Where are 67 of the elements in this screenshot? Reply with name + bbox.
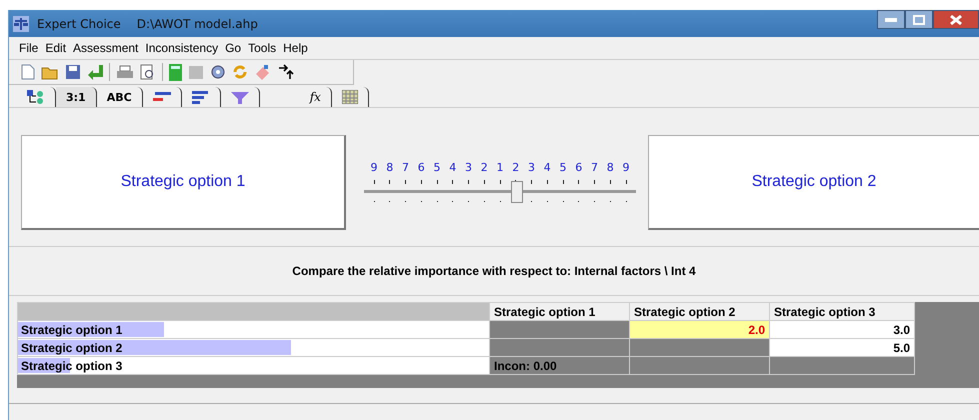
- scales-icon: [13, 16, 29, 32]
- matrix-cell[interactable]: 2.0: [630, 320, 770, 338]
- menu-item[interactable]: Go: [225, 41, 242, 55]
- slider-thumb[interactable]: [511, 180, 523, 202]
- funnel-icon: [230, 90, 249, 104]
- scale-number: 4: [448, 160, 458, 174]
- scale-number: 5: [558, 160, 568, 174]
- close-button[interactable]: [933, 10, 979, 29]
- menu-item[interactable]: Help: [283, 41, 308, 55]
- scale-number: 2: [511, 160, 520, 174]
- save-icon[interactable]: [65, 64, 81, 80]
- maximize-button[interactable]: [905, 10, 933, 29]
- scale-number: 4: [542, 160, 552, 174]
- printer-icon[interactable]: [116, 64, 134, 80]
- scale-number: 5: [432, 160, 442, 174]
- menu-item[interactable]: Edit: [45, 41, 66, 55]
- view-tab[interactable]: 3:1: [56, 87, 97, 107]
- scale-number: 3: [464, 160, 473, 174]
- right-option-panel[interactable]: Strategic option 2: [648, 134, 979, 230]
- row-label[interactable]: Strategic option 2: [18, 338, 490, 356]
- open-folder-icon[interactable]: [41, 64, 59, 80]
- scale-number: 2: [480, 160, 489, 174]
- row-label[interactable]: Strategic option 3: [18, 356, 490, 374]
- scale-number: 6: [416, 160, 426, 174]
- file-path: D:\AWOT model.ahp: [136, 16, 258, 30]
- minimize-icon: [885, 18, 897, 22]
- menu-item[interactable]: Inconsistency: [145, 41, 218, 55]
- calculator-icon[interactable]: [169, 64, 182, 80]
- matrix-cell[interactable]: 3.0: [770, 320, 914, 338]
- maximize-icon: [913, 14, 925, 24]
- scale-number: 9: [370, 160, 378, 174]
- scale-number: 8: [606, 160, 615, 174]
- matrix-cell: Incon: 0.00: [490, 356, 630, 374]
- bars-icon: [152, 91, 171, 103]
- bar-chart-icon: [192, 90, 210, 104]
- column-header: Strategic option 2: [630, 302, 770, 320]
- scale-number: 3: [527, 160, 536, 174]
- scale-number: 1: [496, 160, 504, 174]
- menu-item[interactable]: File: [19, 41, 38, 55]
- new-file-icon[interactable]: [21, 64, 35, 80]
- print-preview-icon[interactable]: [140, 64, 156, 80]
- scale-number: 8: [385, 160, 394, 174]
- eraser-icon[interactable]: [254, 64, 272, 80]
- option-label: Strategic option 2: [752, 172, 876, 190]
- close-icon: [950, 14, 962, 24]
- scale-number: 6: [574, 160, 584, 174]
- minimize-button[interactable]: [877, 10, 905, 29]
- menu-item[interactable]: Tools: [248, 41, 276, 55]
- menu-item[interactable]: Assessment: [73, 41, 138, 55]
- window-title: Expert Choice: [37, 16, 121, 30]
- left-option-panel[interactable]: Strategic option 1: [21, 134, 346, 230]
- arrow-icon[interactable]: [87, 64, 103, 80]
- gear-icon[interactable]: [210, 64, 226, 80]
- matrix-cell[interactable]: 5.0: [770, 338, 914, 356]
- arrows-icon[interactable]: [278, 64, 294, 80]
- prompt-text: Compare the relative importance with respect to: Internal factors \ Int 4: [292, 264, 696, 278]
- grid-icon: [342, 90, 358, 104]
- view-tab[interactable]: fx: [300, 87, 332, 107]
- row-label[interactable]: Strategic option 1: [18, 320, 490, 338]
- scale-number: 7: [401, 160, 410, 174]
- tree-icon: [27, 90, 45, 104]
- scale-number: 9: [622, 160, 630, 174]
- option-label: Strategic option 1: [120, 172, 246, 190]
- column-header: Strategic option 1: [490, 302, 630, 320]
- view-tab[interactable]: ABC: [96, 87, 143, 107]
- column-header: Strategic option 3: [770, 302, 914, 320]
- scale-number: 7: [590, 160, 599, 174]
